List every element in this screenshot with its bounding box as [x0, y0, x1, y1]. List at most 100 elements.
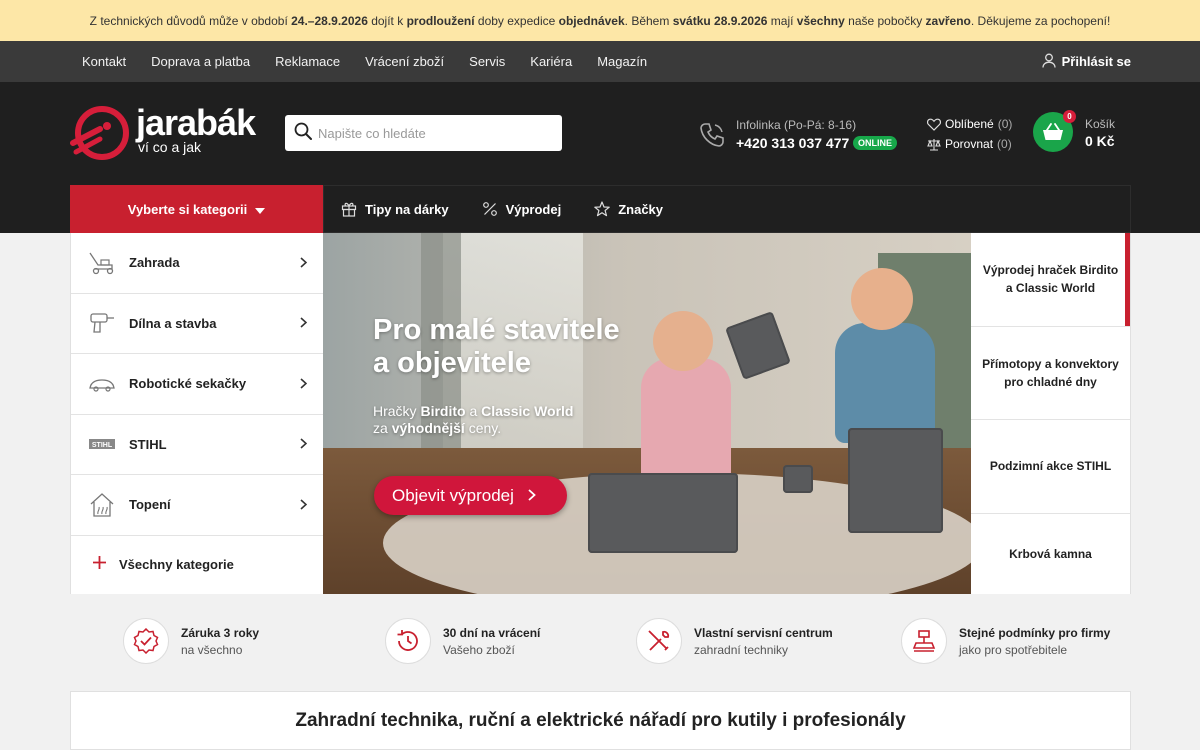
category-select-button[interactable]: Vyberte si kategorii — [70, 185, 323, 233]
sidebar-item-label: Dílna a stavba — [129, 315, 217, 331]
promo-item-krbova-kamna[interactable]: Krbová kamna — [971, 514, 1130, 594]
nav-znacky[interactable]: Značky — [594, 201, 663, 217]
chevron-right-icon — [300, 255, 308, 271]
section-heading: Zahradní technika, ruční a elektrické ná… — [70, 691, 1131, 750]
gift-icon — [341, 202, 357, 217]
notice-bar: Z technických důvodů může v období 24.–2… — [0, 0, 1200, 41]
sidebar-item-roboticke-sekacky[interactable]: Robotické sekačky — [71, 354, 323, 415]
hero-cta-label: Objevit výprodej — [392, 485, 514, 505]
benefit-title: Vlastní servisní centrum — [694, 625, 833, 640]
benefit-business: Stejné podmínky pro firmy jako pro spotře… — [901, 618, 1110, 664]
top-navigation: Kontakt Doprava a platba Reklamace Vráce… — [0, 41, 1200, 82]
search-box — [285, 115, 562, 151]
topnav-link-kariera[interactable]: Kariéra — [530, 54, 572, 69]
heart-icon — [927, 118, 941, 131]
favorites-link[interactable]: Oblíbené (0) — [927, 114, 1012, 134]
infoline-number[interactable]: +420 313 037 477 — [736, 135, 849, 151]
favorites-count: (0) — [997, 117, 1013, 131]
hero-subtitle: Hračky Birdito a Classic World za výhodně… — [373, 403, 574, 436]
benefit-subtitle: jako pro spotřebitele — [959, 642, 1068, 657]
online-badge: ONLINE — [853, 136, 898, 150]
lawnmower-icon — [87, 248, 117, 278]
chevron-right-icon — [300, 436, 308, 452]
sidebar-item-zahrada[interactable]: Zahrada — [71, 233, 323, 294]
hero-blocks — [783, 465, 813, 493]
topnav-link-magazin[interactable]: Magazín — [597, 54, 647, 69]
all-categories-label: Všechny kategorie — [119, 556, 234, 572]
benefits-strip: Záruka 3 roky na všechno 30 dní na vrácen… — [0, 594, 1200, 690]
chevron-right-icon — [528, 486, 536, 506]
notice-text: Z technických důvodů může v období 24.–2… — [89, 13, 1111, 28]
topnav-link-doprava[interactable]: Doprava a platba — [151, 54, 250, 69]
logo[interactable]: jarabák ví co a jak — [70, 102, 265, 162]
warranty-badge-icon — [123, 618, 169, 664]
compare-link[interactable]: Porovnat (0) — [927, 134, 1012, 154]
hero-girl-head — [653, 311, 713, 371]
sidebar-item-dilna[interactable]: Dílna a stavba — [71, 294, 323, 354]
logo-tagline: ví co a jak — [138, 139, 202, 155]
hero-boy-body — [835, 323, 935, 443]
nav-vyprodej[interactable]: Výprodej — [482, 201, 562, 217]
infoline-label: Infolinka (Po-Pá: 8-16) — [736, 118, 857, 132]
robot-mower-icon — [87, 369, 117, 399]
nav-vyprodej-label: Výprodej — [505, 201, 562, 217]
caret-down-icon — [255, 202, 266, 217]
benefit-subtitle: Vašeho zboží — [443, 642, 515, 657]
promo-item-stihl[interactable]: Podzimní akce STIHL — [971, 420, 1130, 514]
benefit-subtitle: na všechno — [181, 642, 243, 657]
benefit-title: Záruka 3 roky — [181, 625, 260, 640]
category-select-label: Vyberte si kategorii — [127, 201, 248, 217]
login-button[interactable]: Přihlásit se — [1041, 41, 1131, 82]
favorites-label: Oblíbené — [945, 117, 994, 131]
nav-tipy-na-darky[interactable]: Tipy na dárky — [341, 201, 449, 217]
compare-count: (0) — [997, 137, 1012, 151]
hero-boy-head — [851, 268, 913, 330]
benefit-subtitle: zahradní techniky — [694, 642, 789, 657]
sidebar-item-label: Topení — [129, 497, 171, 513]
benefit-title: 30 dní na vrácení — [443, 625, 541, 640]
cart-button[interactable]: 0 Košík 0 Kč — [1033, 110, 1143, 156]
topnav-link-vraceni[interactable]: Vrácení zboží — [365, 54, 444, 69]
promo-item-primotopy[interactable]: Přímotopy a konvektory pro chladné dny — [971, 327, 1130, 420]
user-icon — [1041, 53, 1056, 71]
svg-text:STIHL: STIHL — [92, 442, 113, 449]
logo-mark-icon — [70, 106, 129, 160]
promo-item-birdito[interactable]: Výprodej hraček Birdito a Classic World — [971, 233, 1130, 327]
topnav-link-servis[interactable]: Servis — [469, 54, 505, 69]
star-icon — [594, 201, 611, 217]
login-label: Přihlásit se — [1061, 54, 1131, 69]
topnav-link-reklamace[interactable]: Reklamace — [275, 54, 340, 69]
chevron-right-icon — [300, 497, 308, 513]
hero-girl-body — [641, 358, 731, 488]
hero-cta-button[interactable]: Objevit výprodej — [374, 476, 567, 515]
basket-icon — [1043, 123, 1063, 140]
cart-badge: 0 — [1063, 110, 1076, 123]
tools-icon — [636, 618, 682, 664]
section-heading-text: Zahradní technika, ruční a elektrické ná… — [295, 709, 906, 731]
benefit-service: Vlastní servisní centrum zahradní technik… — [636, 618, 833, 664]
sidebar-item-topeni[interactable]: Topení — [71, 475, 323, 536]
sidebar-item-label: Robotické sekačky — [129, 376, 247, 392]
compare-label: Porovnat — [945, 137, 994, 151]
plus-icon — [93, 556, 106, 572]
promo-list: Výprodej hraček Birdito a Classic World … — [971, 233, 1131, 594]
stihl-logo-icon: STIHL — [87, 429, 117, 459]
search-input[interactable] — [318, 125, 548, 141]
nav-tipy-label: Tipy na dárky — [365, 201, 449, 217]
search-icon[interactable] — [294, 122, 312, 145]
benefit-returns: 30 dní na vrácení Vašeho zboží — [385, 618, 540, 664]
chevron-right-icon — [300, 376, 308, 392]
cart-price: 0 Kč — [1085, 133, 1115, 149]
sidebar-item-stihl[interactable]: STIHL STIHL — [71, 415, 323, 475]
chevron-right-icon — [300, 315, 308, 331]
topnav-link-kontakt[interactable]: Kontakt — [82, 54, 126, 69]
nav-znacky-label: Značky — [618, 201, 664, 217]
category-sidebar: Zahrada Dílna a stavba Robotické sekačky… — [70, 233, 323, 594]
hero-banner[interactable]: Pro malé stavitele a objevitele Hračky Bi… — [323, 233, 971, 594]
all-categories-link[interactable]: Všechny kategorie — [71, 536, 323, 593]
hero-blocks — [848, 428, 943, 533]
category-navigation: Tipy na dárky Výprodej Značky — [323, 185, 1131, 233]
cart-label: Košík — [1085, 117, 1116, 131]
benefit-warranty: Záruka 3 roky na všechno — [123, 618, 259, 664]
scale-icon — [927, 138, 941, 151]
